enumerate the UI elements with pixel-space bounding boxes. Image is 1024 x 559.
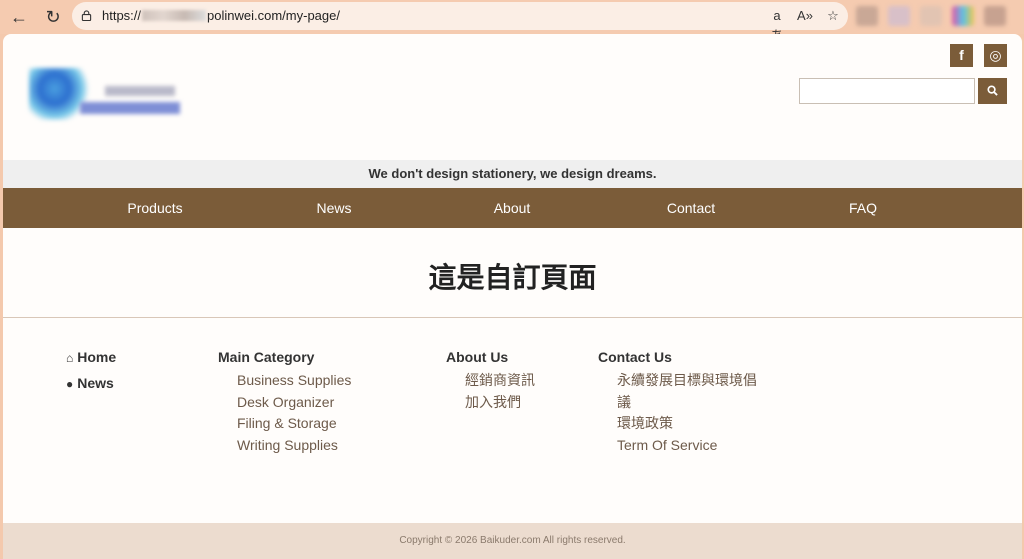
footer-contact-us-title[interactable]: Contact Us [598,348,757,370]
page-viewport: f ◎ We don't design stationery, we desig… [3,34,1022,559]
search-input[interactable] [799,78,975,104]
back-arrow-icon[interactable]: ← [7,5,31,29]
copyright-bar: Copyright © 2026 Baikuder.com All rights… [3,523,1022,559]
home-icon: ⌂ [66,351,74,365]
extension-icon[interactable] [920,6,942,26]
footer-about-us-title[interactable]: About Us [446,348,535,370]
extension-icon[interactable] [984,6,1006,26]
footer-link[interactable]: 加入我們 [446,392,535,414]
reload-icon[interactable]: ↻ [41,5,65,29]
footer-link[interactable]: 永續發展目標與環境倡 [598,370,757,392]
footer-link[interactable]: Writing Supplies [218,435,351,457]
menu-item-faq[interactable]: FAQ [849,188,877,228]
footer-link[interactable]: Filing & Storage [218,413,351,435]
facebook-icon[interactable]: f [950,44,973,67]
logo-text-redacted [105,86,175,96]
url-text: https://polinwei.com/my-page/ [102,8,340,23]
footer-link[interactable]: 經銷商資訊 [446,370,535,392]
footer-col-contact-us: Contact Us 永續發展目標與環境倡 議 環境政策 Term Of Ser… [598,348,757,456]
menu-item-products[interactable]: Products [127,188,182,228]
main-menu: Products News About Contact FAQ [3,188,1022,228]
extension-icon[interactable] [856,6,878,26]
footer-col-about-us: About Us 經銷商資訊 加入我們 [446,348,535,413]
search-icon [987,85,998,96]
footer-col-main-category: Main Category Business Supplies Desk Org… [218,348,351,456]
extensions-area [856,6,1006,26]
footer-link[interactable]: Business Supplies [218,370,351,392]
footer-link[interactable]: 環境政策 [598,413,757,435]
footer-link[interactable]: Desk Organizer [218,392,351,414]
search-button[interactable] [978,78,1007,104]
footer-news-link[interactable]: ● News [66,374,116,396]
favorite-star-icon[interactable]: ☆ [824,6,842,26]
lock-icon [81,10,92,21]
instagram-icon[interactable]: ◎ [984,44,1007,67]
extension-icon[interactable] [888,6,910,26]
menu-item-news[interactable]: News [316,188,351,228]
browser-chrome: ← ↻ https://polinwei.com/my-page/ aあ A» … [0,0,1024,43]
profile-avatar-icon[interactable] [952,6,974,26]
address-bar[interactable]: https://polinwei.com/my-page/ aあ A» ☆ [72,2,848,43]
footer-col-quick: ⌂ Home ● News [66,348,116,396]
translate-icon[interactable]: aあ [768,6,786,43]
tagline: We don't design stationery, we design dr… [3,160,1022,188]
site-logo[interactable] [25,68,185,122]
content-divider [3,317,1022,318]
menu-item-contact[interactable]: Contact [667,188,715,228]
footer-main-category-title[interactable]: Main Category [218,348,351,370]
footer-home-link[interactable]: ⌂ Home [66,348,116,370]
url-redacted [142,10,207,21]
page-title: 這是自訂頁面 [428,262,597,293]
menu-item-about[interactable]: About [494,188,531,228]
footer-link[interactable]: 議 [598,392,757,414]
read-aloud-icon[interactable]: A» [796,6,814,26]
logo-text-redacted [80,102,180,114]
footer-link[interactable]: Term Of Service [598,435,757,457]
comment-icon: ● [66,377,74,391]
